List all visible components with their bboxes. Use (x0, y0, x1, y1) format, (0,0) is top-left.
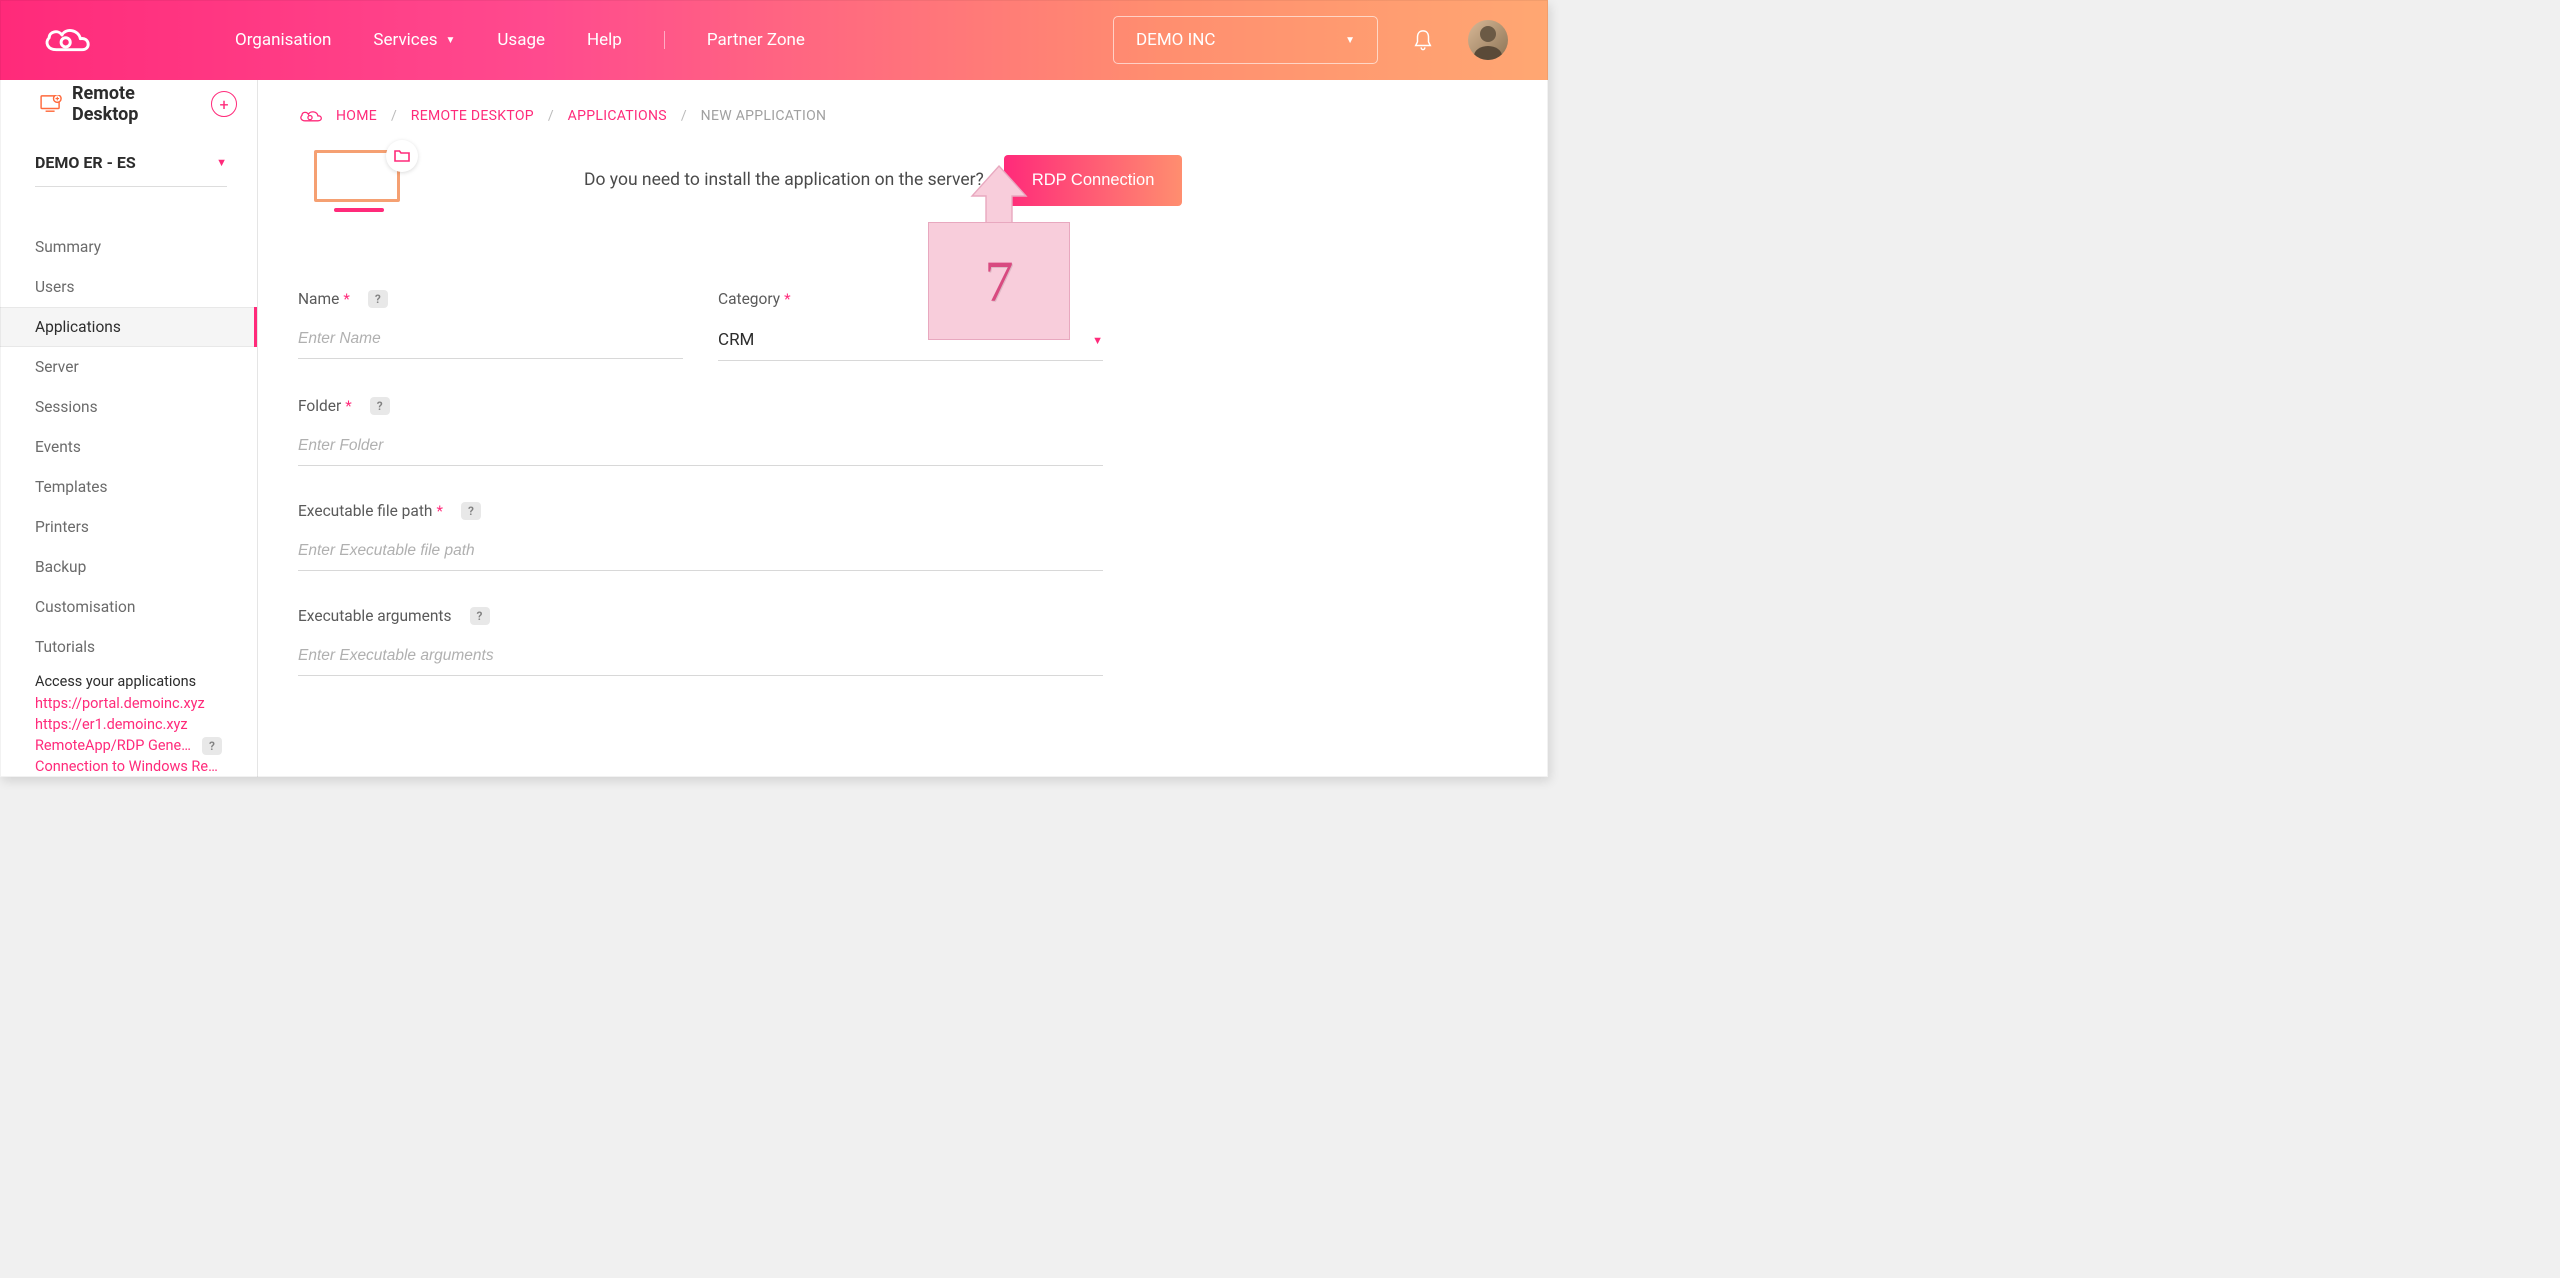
breadcrumb-home[interactable]: HOME (336, 108, 377, 124)
breadcrumb: HOME / REMOTE DESKTOP / APPLICATIONS / N… (298, 108, 1508, 124)
breadcrumb-current: NEW APPLICATION (701, 108, 827, 124)
field-folder: Folder * ? (298, 397, 1103, 466)
arrow-up-icon (968, 164, 1030, 226)
tutorial-callout: 7 (928, 222, 1070, 340)
help-icon[interactable]: ? (368, 290, 388, 308)
sidebar-item-printers[interactable]: Printers (0, 507, 257, 547)
category-value: CRM (718, 330, 754, 350)
nav-partner-zone[interactable]: Partner Zone (707, 30, 805, 50)
sidebar-link-rdp-generator[interactable]: RemoteApp/RDP Generator (35, 735, 192, 756)
sidebar-title: Remote Desktop (72, 83, 201, 125)
sidebar-item-users[interactable]: Users (0, 267, 257, 307)
breadcrumb-separator: / (391, 108, 397, 124)
application-form: Name * ? Category * CRM ▼ Folder (298, 290, 1508, 676)
bell-icon[interactable] (1413, 29, 1433, 51)
field-executable-arguments: Executable arguments ? (298, 607, 1103, 676)
sidebar-item-customisation[interactable]: Customisation (0, 587, 257, 627)
application-icon (314, 150, 404, 210)
hero-prompt-row: Do you need to install the application o… (584, 155, 1182, 206)
nav-label: Partner Zone (707, 30, 805, 50)
field-label: Executable arguments (298, 607, 452, 625)
executable-arguments-input[interactable] (298, 641, 1103, 676)
nav-usage[interactable]: Usage (497, 30, 545, 50)
sidebar-footer-title: Access your applications (35, 673, 222, 690)
sidebar-link-portal[interactable]: https://portal.demoinc.xyz (35, 693, 222, 714)
field-name: Name * ? (298, 290, 683, 361)
sidebar-item-summary[interactable]: Summary (0, 227, 257, 267)
help-icon[interactable]: ? (370, 397, 390, 415)
nav-separator (664, 31, 665, 49)
tutorial-step-number: 7 (985, 248, 1014, 315)
sidebar: Remote Desktop + DEMO ER - ES ▼ Summary … (0, 80, 258, 777)
nav-label: Services (373, 30, 437, 50)
sidebar-item-tutorials[interactable]: Tutorials (0, 627, 257, 667)
sidebar-menu: Summary Users Applications Server Sessio… (0, 227, 257, 667)
required-indicator: * (343, 290, 349, 308)
field-label: Category (718, 290, 780, 308)
nav-label: Organisation (235, 30, 331, 50)
header-right: DEMO INC ▼ (1113, 16, 1508, 64)
remote-desktop-icon (40, 95, 62, 113)
chevron-down-icon: ▼ (446, 35, 456, 46)
org-selector-value: DEMO INC (1136, 30, 1215, 50)
sidebar-footer: Access your applications https://portal.… (0, 667, 257, 777)
main-nav: Organisation Services ▼ Usage Help Partn… (235, 30, 805, 50)
field-label: Folder (298, 397, 341, 415)
environment-selector-value: DEMO ER - ES (35, 153, 136, 172)
main-content: HOME / REMOTE DESKTOP / APPLICATIONS / N… (258, 80, 1548, 777)
sidebar-header: Remote Desktop + (0, 80, 257, 125)
org-selector[interactable]: DEMO INC ▼ (1113, 16, 1378, 64)
required-indicator: * (345, 397, 351, 415)
chevron-down-icon: ▼ (1092, 334, 1103, 347)
nav-label: Usage (497, 30, 545, 50)
name-input[interactable] (298, 324, 683, 359)
field-label: Executable file path (298, 502, 432, 520)
chevron-down-icon: ▼ (216, 156, 227, 169)
cloud-icon (298, 109, 322, 123)
nav-label: Help (587, 30, 622, 50)
help-icon[interactable]: ? (461, 502, 481, 520)
folder-badge-icon (386, 140, 418, 172)
sidebar-item-events[interactable]: Events (0, 427, 257, 467)
hero-row: Do you need to install the application o… (298, 150, 1508, 210)
field-executable-path: Executable file path * ? (298, 502, 1103, 571)
rdp-connection-button[interactable]: RDP Connection (1004, 155, 1183, 206)
breadcrumb-remote-desktop[interactable]: REMOTE DESKTOP (411, 108, 534, 124)
breadcrumb-separator: / (548, 108, 554, 124)
avatar[interactable] (1468, 20, 1508, 60)
nav-organisation[interactable]: Organisation (235, 30, 331, 50)
required-indicator: * (436, 502, 442, 520)
sidebar-item-backup[interactable]: Backup (0, 547, 257, 587)
required-indicator: * (784, 290, 790, 308)
sidebar-link-er1[interactable]: https://er1.demoinc.xyz (35, 714, 222, 735)
executable-path-input[interactable] (298, 536, 1103, 571)
chevron-down-icon: ▼ (1345, 35, 1355, 46)
nav-help[interactable]: Help (587, 30, 622, 50)
app-header: Organisation Services ▼ Usage Help Partn… (0, 0, 1548, 80)
add-button[interactable]: + (211, 91, 237, 117)
help-icon[interactable]: ? (202, 737, 222, 755)
breadcrumb-separator: / (681, 108, 687, 124)
environment-selector[interactable]: DEMO ER - ES ▼ (35, 153, 227, 187)
help-icon[interactable]: ? (470, 607, 490, 625)
breadcrumb-applications[interactable]: APPLICATIONS (568, 108, 667, 124)
install-prompt: Do you need to install the application o… (584, 170, 984, 190)
field-label: Name (298, 290, 339, 308)
folder-input[interactable] (298, 431, 1103, 466)
logo-icon (40, 23, 95, 58)
sidebar-item-applications[interactable]: Applications (0, 307, 257, 347)
sidebar-item-templates[interactable]: Templates (0, 467, 257, 507)
nav-services[interactable]: Services ▼ (373, 30, 455, 50)
sidebar-item-sessions[interactable]: Sessions (0, 387, 257, 427)
sidebar-item-server[interactable]: Server (0, 347, 257, 387)
sidebar-link-windows-remote[interactable]: Connection to Windows Rem… (35, 756, 222, 777)
